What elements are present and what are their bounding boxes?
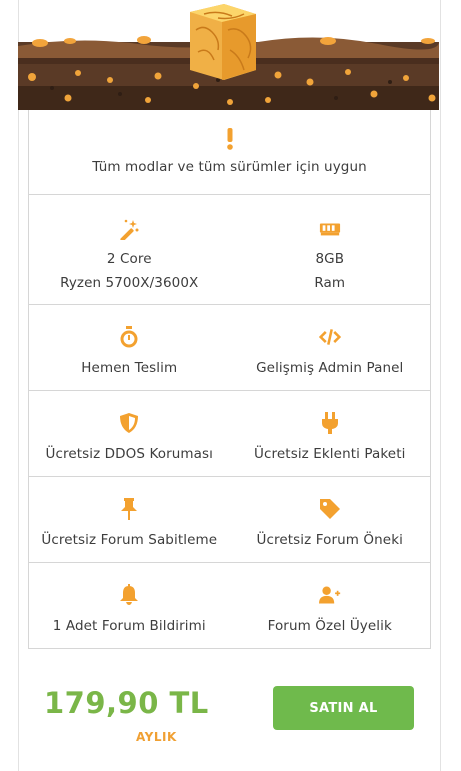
bell-icon [118,584,140,606]
feature-row: Ücretsiz DDOS Koruması Ücretsiz Eklenti … [29,391,430,477]
feature-line2: Ryzen 5700X/3600X [60,275,199,291]
magic-wand-icon [118,218,140,240]
feature-line1: 8GB [315,251,345,267]
feature-row: 1 Adet Forum Bildirimi Forum Özel Üyelik [29,563,430,649]
feature-row: Hemen Teslim Gelişmiş Admin Panel [29,305,430,391]
feature-plugins: Ücretsiz Eklenti Paketi [230,391,431,476]
compat-text: Tüm modlar ve tüm sürümler için uygun [92,159,367,175]
billing-period: AYLIK [136,730,177,744]
feature-line1: 2 Core [106,251,152,267]
banner-illustration [18,4,439,110]
feature-row: 2 Core Ryzen 5700X/3600X 8GB Ram [29,195,430,305]
feature-cpu: 2 Core Ryzen 5700X/3600X [29,195,230,304]
feature-row-compat: Tüm modlar ve tüm sürümler için uygun [29,110,430,195]
feature-line1: Ücretsiz Eklenti Paketi [254,446,406,462]
feature-ddos: Ücretsiz DDOS Koruması [29,391,230,476]
code-icon [318,326,341,348]
feature-line1: Gelişmiş Admin Panel [256,360,404,376]
feature-line1: Forum Özel Üyelik [267,618,392,634]
feature-pin: Ücretsiz Forum Sabitleme [29,477,230,562]
pin-icon [118,498,140,520]
feature-line1: Ücretsiz Forum Öneki [256,532,403,548]
shield-icon [118,412,140,434]
pricing-area: 179,90 TL AYLIK SATIN AL [18,649,439,771]
price-amount: 179,90 TL [44,686,209,720]
feature-list: Tüm modlar ve tüm sürümler için uygun 2 … [28,110,431,649]
plug-icon [319,412,341,434]
exclamation-icon [219,128,241,150]
feature-admin: Gelişmiş Admin Panel [230,305,431,390]
feature-membership: Forum Özel Üyelik [230,563,431,648]
feature-delivery: Hemen Teslim [29,305,230,390]
feature-line1: Ücretsiz DDOS Koruması [45,446,214,462]
feature-line2: Ram [314,275,346,291]
feature-ram: 8GB Ram [230,195,431,304]
feature-prefix: Ücretsiz Forum Öneki [230,477,431,562]
feature-row: Ücretsiz Forum Sabitleme Ücretsiz Forum … [29,477,430,563]
buy-button[interactable]: SATIN AL [273,686,414,730]
feature-line1: Hemen Teslim [81,360,178,376]
feature-line1: Ücretsiz Forum Sabitleme [41,532,218,548]
tag-icon [319,498,341,520]
compat-cell: Tüm modlar ve tüm sürümler için uygun [29,110,430,194]
feature-line1: 1 Adet Forum Bildirimi [52,618,206,634]
memory-icon [319,218,341,240]
feature-notification: 1 Adet Forum Bildirimi [29,563,230,648]
stopwatch-icon [118,326,140,348]
sponge-block-icon [190,4,256,80]
user-plus-icon [318,584,341,606]
